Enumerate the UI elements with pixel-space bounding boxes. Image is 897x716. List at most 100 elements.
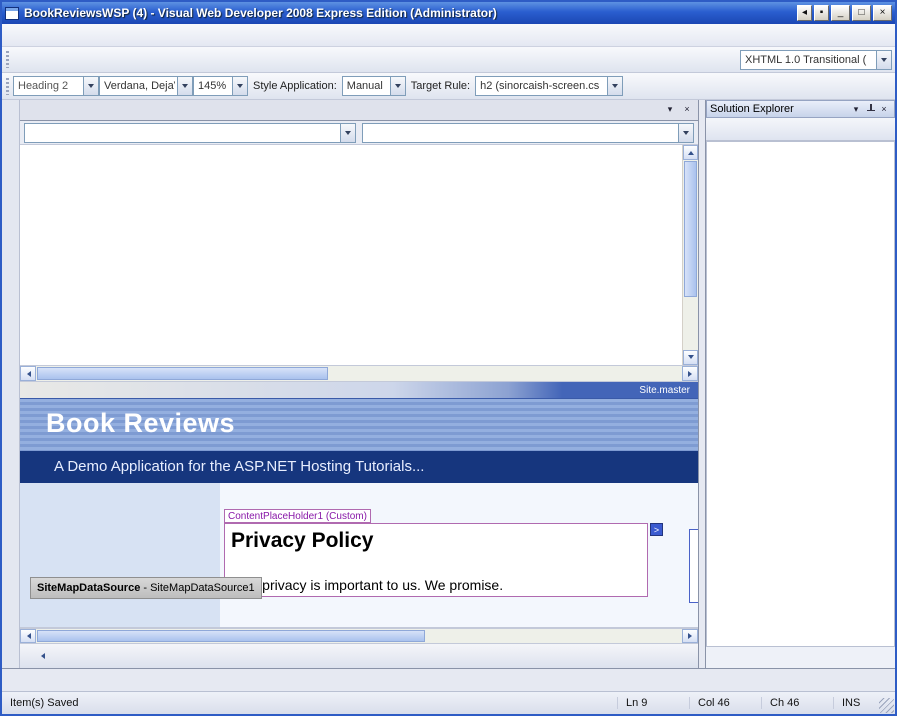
bottom-panel-tabs (2, 668, 895, 691)
main-area: ▾ × (2, 100, 895, 668)
site-subtitle-band[interactable]: A Demo Application for the ASP.NET Hosti… (20, 451, 698, 483)
scroll-left-button[interactable] (20, 629, 36, 643)
maximize-button[interactable]: □ (852, 5, 871, 21)
application-icon (5, 7, 19, 20)
status-character: Ch 46 (761, 697, 833, 709)
style-application-label: Style Application: (248, 80, 342, 92)
master-page-label[interactable]: Site.master (639, 385, 698, 396)
status-message: Item(s) Saved (2, 697, 617, 709)
content-placeholder-region[interactable]: ContentPlaceHolder1 (Custom) > Privacy P… (224, 523, 648, 597)
chevron-down-icon[interactable] (177, 77, 192, 95)
panel-tab-strip (706, 647, 895, 668)
pin-icon (866, 104, 875, 114)
chevron-down-icon[interactable] (678, 124, 693, 142)
target-rule-combo[interactable]: h2 (sinorcaish-screen.cs (475, 76, 623, 96)
style-application-combo[interactable]: Manual (342, 76, 406, 96)
design-heading[interactable]: Privacy Policy (231, 529, 647, 553)
status-bar: Item(s) Saved Ln 9 Col 46 Ch 46 INS (2, 691, 895, 714)
resize-grip[interactable] (879, 698, 894, 713)
design-nav-column (20, 483, 220, 627)
block-format-value: Heading 2 (18, 80, 81, 92)
scrollbar-track[interactable] (36, 629, 682, 643)
tag-navigator (35, 649, 52, 663)
target-rule-value: h2 (sinorcaish-screen.cs (480, 80, 605, 92)
standard-toolbar: XHTML 1.0 Transitional ( (2, 47, 895, 73)
code-lines[interactable] (20, 145, 682, 365)
document-tab-strip: ▾ × (20, 100, 698, 121)
solution-explorer-toolbar (706, 118, 895, 141)
font-family-value: Verdana, DejaVu S (104, 80, 175, 92)
close-button[interactable]: × (873, 5, 892, 21)
scroll-up-button[interactable] (683, 145, 698, 160)
scrollbar-track[interactable] (36, 366, 682, 381)
menu-bar (2, 24, 895, 47)
status-insert-mode: INS (833, 697, 877, 709)
auto-hide-button[interactable] (863, 102, 877, 116)
design-page-body: ContentPlaceHolder1 (Custom) > Privacy P… (20, 483, 698, 627)
window-title: BookReviewsWSP (4) - Visual Web Develope… (24, 6, 792, 20)
toolbar-grip[interactable] (6, 51, 9, 68)
scrollbar-track[interactable] (683, 298, 698, 350)
status-column: Col 46 (689, 697, 761, 709)
event-combo[interactable] (362, 123, 694, 143)
view-switch-bar (20, 644, 698, 668)
application-window: BookReviewsWSP (4) - Visual Web Develope… (0, 0, 897, 716)
sitemap-datasource-control[interactable]: SiteMapDataSource - SiteMapDataSource1 (30, 577, 262, 599)
datasource-id-label: - SiteMapDataSource1 (140, 582, 254, 594)
close-panel-button[interactable]: × (877, 102, 891, 116)
titlebar[interactable]: BookReviewsWSP (4) - Visual Web Develope… (2, 2, 895, 24)
source-horizontal-scrollbar[interactable] (20, 366, 698, 382)
window-position-button[interactable]: ▾ (849, 102, 863, 116)
navigation-bar (20, 121, 698, 145)
solution-explorer-titlebar[interactable]: Solution Explorer ▾ × (706, 100, 895, 118)
chevron-down-icon[interactable] (390, 77, 405, 95)
smart-tag-button[interactable]: > (650, 523, 663, 536)
panel-title: Solution Explorer (710, 103, 849, 115)
chevron-down-icon[interactable] (83, 77, 98, 95)
design-horizontal-scrollbar[interactable] (20, 628, 698, 644)
active-files-dropdown-button[interactable]: ▾ (663, 102, 677, 116)
block-format-combo[interactable]: Heading 2 (13, 76, 99, 96)
scrollbar-thumb[interactable] (684, 161, 697, 297)
window-controls: ◂ ▪ _ □ × (797, 5, 892, 21)
tag-scroll-left-button[interactable] (35, 649, 49, 663)
doctype-combo[interactable]: XHTML 1.0 Transitional ( (740, 50, 892, 70)
chevron-down-icon[interactable] (232, 77, 247, 95)
master-page-bar: Site.master (20, 382, 698, 398)
font-size-value: 145% (198, 80, 230, 92)
design-content-column: ContentPlaceHolder1 (Custom) > Privacy P… (220, 483, 698, 627)
close-document-button[interactable]: × (680, 102, 694, 116)
titlebar-extra-button-2[interactable]: ▪ (814, 5, 829, 21)
scroll-right-button[interactable] (682, 629, 698, 643)
content-placeholder-label[interactable]: ContentPlaceHolder1 (Custom) (224, 509, 371, 523)
scrollbar-thumb[interactable] (37, 630, 425, 642)
right-column-fragment (689, 529, 698, 603)
source-editor (20, 145, 698, 366)
formatting-toolbar: Heading 2 Verdana, DejaVu S 145% Style A… (2, 73, 895, 100)
chevron-down-icon[interactable] (340, 124, 355, 142)
design-paragraph[interactable]: Your privacy is important to us. We prom… (230, 577, 503, 593)
scrollbar-thumb[interactable] (37, 367, 328, 380)
titlebar-extra-button-1[interactable]: ◂ (797, 5, 812, 21)
scroll-down-button[interactable] (683, 350, 698, 365)
font-family-combo[interactable]: Verdana, DejaVu S (99, 76, 193, 96)
site-banner[interactable]: Book Reviews (20, 399, 698, 451)
datasource-type-label: SiteMapDataSource (37, 582, 140, 594)
scroll-left-button[interactable] (20, 366, 36, 381)
scroll-right-button[interactable] (682, 366, 698, 381)
object-combo[interactable] (24, 123, 356, 143)
editor-pane: ▾ × (20, 100, 699, 668)
minimize-button[interactable]: _ (831, 5, 850, 21)
status-line: Ln 9 (617, 697, 689, 709)
vertical-scrollbar[interactable] (682, 145, 698, 365)
solution-explorer-panel: Solution Explorer ▾ × (705, 100, 895, 668)
doctype-value: XHTML 1.0 Transitional ( (745, 54, 874, 66)
left-tool-tabs (2, 100, 20, 668)
font-size-combo[interactable]: 145% (193, 76, 248, 96)
chevron-down-icon[interactable] (607, 77, 622, 95)
target-rule-label: Target Rule: (406, 80, 475, 92)
chevron-down-icon[interactable] (876, 51, 891, 69)
toolbar-grip[interactable] (6, 78, 9, 95)
style-application-value: Manual (347, 80, 388, 92)
tab-strip-buttons: ▾ × (659, 102, 698, 120)
